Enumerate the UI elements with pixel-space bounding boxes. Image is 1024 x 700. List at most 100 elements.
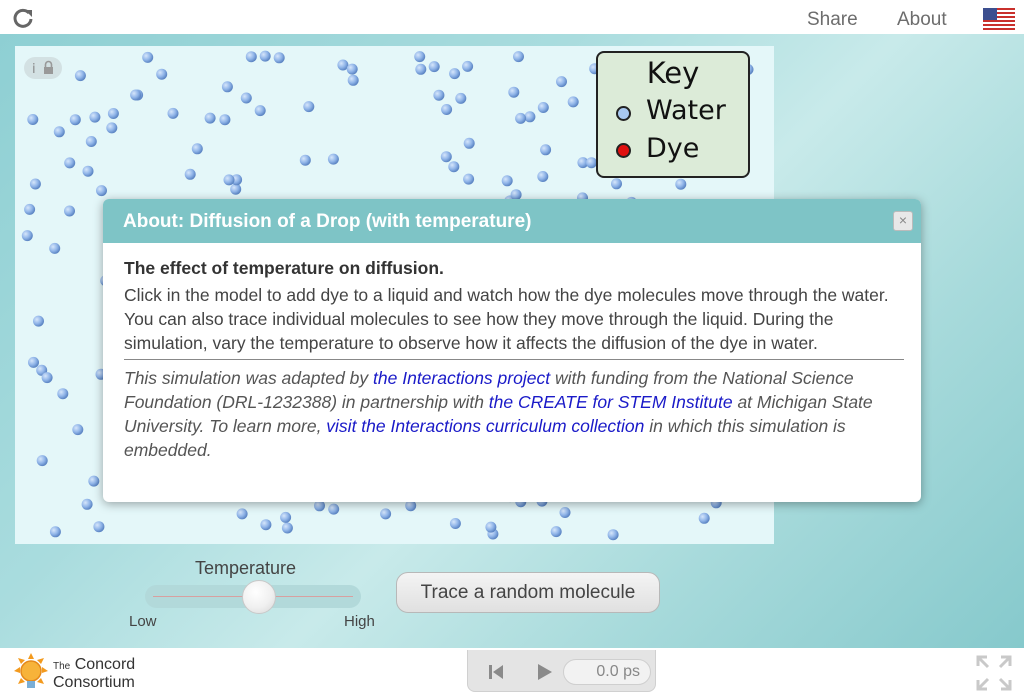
fullscreen-icon[interactable] [976, 655, 1012, 691]
water-molecule [273, 52, 285, 64]
water-molecule [462, 60, 474, 72]
water-molecule [36, 455, 48, 467]
temperature-label: Temperature [195, 558, 297, 578]
water-molecule [259, 50, 271, 62]
key-title: Key [646, 56, 700, 90]
water-molecule [221, 81, 233, 93]
water-molecule [27, 114, 39, 125]
water-molecule [537, 171, 549, 182]
water-molecule [515, 112, 527, 124]
water-molecule [455, 92, 467, 104]
water-molecule [254, 105, 266, 117]
water-molecule [347, 74, 359, 86]
water-molecule [501, 175, 513, 187]
logo-the: The [53, 661, 71, 672]
water-dot-icon [616, 106, 631, 121]
water-molecule [88, 475, 100, 487]
about-link[interactable]: About [897, 9, 947, 31]
water-molecule [513, 51, 524, 63]
water-molecule [69, 114, 81, 126]
water-molecule [698, 512, 710, 524]
water-molecule [440, 151, 452, 163]
water-molecule [607, 529, 619, 541]
water-molecule [49, 526, 61, 538]
water-molecule [448, 161, 460, 173]
water-molecule [49, 242, 61, 254]
dye-dot-icon [616, 143, 631, 158]
water-molecule [433, 89, 445, 101]
water-molecule [156, 68, 168, 80]
water-molecule [219, 114, 231, 126]
water-molecule [191, 143, 203, 155]
water-molecule [236, 508, 248, 520]
interactions-curriculum-link[interactable]: visit the Interactions curriculum collec… [326, 416, 644, 436]
molecule-key: Key Water Dye [596, 51, 750, 178]
water-molecule [281, 522, 293, 534]
dialog-title: About: Diffusion of a Drop (with tempera… [123, 211, 532, 232]
water-molecule [89, 111, 101, 123]
reload-icon[interactable] [12, 7, 34, 29]
lock-icon[interactable]: i [24, 57, 62, 79]
logo-line-1: Concord [74, 656, 136, 673]
dialog-header: About: Diffusion of a Drop (with tempera… [103, 199, 921, 243]
water-molecule [64, 205, 75, 217]
interactions-project-link[interactable]: the Interactions project [373, 368, 550, 388]
dialog-heading: The effect of temperature on diffusion. [124, 258, 444, 278]
water-molecule [415, 63, 427, 75]
slider-min-label: Low [129, 613, 157, 630]
water-molecule [556, 76, 567, 88]
water-molecule [245, 51, 257, 63]
play-icon[interactable] [534, 662, 554, 682]
water-molecule [441, 104, 453, 115]
water-molecule [428, 61, 440, 73]
water-molecule [328, 503, 340, 515]
water-molecule [81, 498, 93, 510]
water-molecule [449, 68, 461, 80]
water-molecule [82, 165, 94, 177]
concord-consortium-logo[interactable]: The Concord Consortium [13, 652, 153, 696]
about-dialog: About: Diffusion of a Drop (with tempera… [103, 199, 921, 502]
playback-controls: 0.0 ps [467, 650, 656, 692]
create-for-stem-link[interactable]: the CREATE for STEM Institute [489, 392, 733, 412]
dialog-description: Click in the model to add dye to a liqui… [124, 285, 889, 353]
credits-text-1: This simulation was adapted by [124, 368, 374, 388]
water-molecule [550, 526, 562, 538]
water-molecule [64, 157, 76, 169]
water-molecule [72, 424, 84, 436]
key-label-dye: Dye [646, 133, 700, 164]
water-molecule [537, 102, 549, 113]
close-button[interactable]: × [893, 211, 913, 231]
water-molecule [299, 154, 311, 166]
water-molecule [57, 388, 69, 400]
water-molecule [106, 122, 118, 134]
water-molecule [485, 521, 497, 533]
water-molecule [184, 168, 196, 180]
us-flag-icon[interactable] [983, 8, 1015, 30]
water-molecule [449, 518, 461, 529]
water-molecule [53, 126, 65, 138]
water-molecule [41, 372, 53, 384]
water-molecule [204, 112, 216, 124]
water-molecule [508, 86, 520, 98]
water-molecule [559, 507, 571, 518]
share-link[interactable]: Share [807, 9, 858, 31]
trace-molecule-button[interactable]: Trace a random molecule [396, 572, 660, 613]
lightbulb-logo-icon [14, 653, 48, 688]
slider-max-label: High [344, 613, 375, 630]
water-molecule [303, 101, 315, 113]
water-molecule [29, 178, 41, 190]
temperature-slider-handle[interactable] [242, 580, 277, 614]
time-display: 0.0 ps [563, 659, 651, 685]
water-molecule [540, 144, 552, 156]
water-molecule [675, 178, 687, 190]
divider [124, 359, 904, 360]
water-molecule [524, 111, 536, 123]
reset-icon[interactable] [486, 662, 506, 682]
water-molecule [463, 173, 475, 185]
water-molecule [414, 51, 426, 63]
logo-text: The Concord Consortium [53, 657, 135, 691]
water-molecule [28, 356, 39, 368]
water-molecule [74, 70, 86, 82]
water-molecule [380, 508, 392, 520]
water-molecule [96, 185, 107, 197]
